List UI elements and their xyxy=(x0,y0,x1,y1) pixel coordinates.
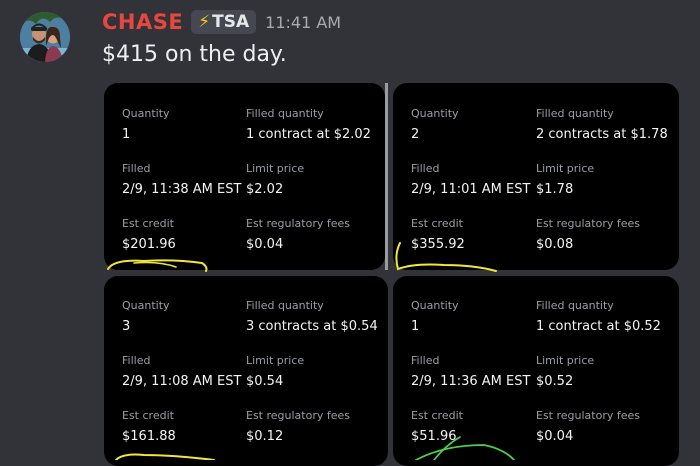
quantity-value: 1 xyxy=(411,319,420,334)
username[interactable]: CHASE xyxy=(102,10,183,34)
quantity-label: Quantity xyxy=(122,107,170,120)
user-avatar[interactable] xyxy=(20,12,70,62)
limit-price-label: Limit price xyxy=(536,354,595,367)
quantity-value: 2 xyxy=(411,127,420,142)
est-credit-value: $51.96 xyxy=(411,429,457,444)
quantity-value: 1 xyxy=(122,127,131,142)
quantity-label: Quantity xyxy=(411,299,459,312)
filled-value: 2/9, 11:36 AM EST xyxy=(411,374,531,389)
est-fees-value: $0.04 xyxy=(246,237,284,252)
filled-quantity-field: Filled quantity 1 contract at $0.52 xyxy=(536,299,661,334)
limit-price-field: Limit price $0.52 xyxy=(536,354,594,389)
limit-price-label: Limit price xyxy=(246,162,305,175)
filled-value: 2/9, 11:08 AM EST xyxy=(122,374,242,389)
filled-quantity-field: Filled quantity 3 contracts at $0.54 xyxy=(246,299,378,334)
est-fees-label: Est regulatory fees xyxy=(246,217,351,230)
image-attachment[interactable]: Quantity 1 Filled quantity 1 contract at… xyxy=(104,83,679,466)
est-fees-field: Est regulatory fees $0.12 xyxy=(246,409,350,444)
filled-quantity-label: Filled quantity xyxy=(536,299,614,312)
limit-price-label: Limit price xyxy=(536,162,595,175)
filled-quantity-label: Filled quantity xyxy=(246,107,324,120)
avatar-photo xyxy=(20,12,70,62)
filled-field: Filled 2/9, 11:38 AM EST xyxy=(122,162,241,197)
quantity-field: Quantity 2 xyxy=(411,107,459,142)
limit-price-label: Limit price xyxy=(246,354,305,367)
quantity-value: 3 xyxy=(122,319,131,334)
est-credit-field: Est credit $355.92 xyxy=(411,217,465,252)
limit-price-field: Limit price $1.78 xyxy=(536,162,594,197)
est-fees-field: Est regulatory fees $0.04 xyxy=(536,409,640,444)
filled-value: 2/9, 11:38 AM EST xyxy=(122,182,242,197)
est-credit-label: Est credit xyxy=(122,217,174,230)
est-fees-label: Est regulatory fees xyxy=(536,217,641,230)
filled-label: Filled xyxy=(411,162,440,175)
filled-quantity-value: 1 contract at $2.02 xyxy=(246,127,371,142)
server-tag-label: TSA xyxy=(212,12,250,32)
limit-price-field: Limit price $2.02 xyxy=(246,162,304,197)
chat-message: CHASE ⚡ TSA 11:41 AM $415 on the day. Qu… xyxy=(0,0,700,466)
limit-price-value: $0.52 xyxy=(536,374,574,389)
filled-value: 2/9, 11:01 AM EST xyxy=(411,182,531,197)
order-card-1: Quantity 1 Filled quantity 1 contract at… xyxy=(104,83,385,270)
filled-quantity-value: 2 contracts at $1.78 xyxy=(536,127,668,142)
filled-quantity-value: 1 contract at $0.52 xyxy=(536,319,661,334)
est-credit-label: Est credit xyxy=(411,217,463,230)
filled-quantity-field: Filled quantity 1 contract at $2.02 xyxy=(246,107,371,142)
est-credit-value: $355.92 xyxy=(411,237,465,252)
est-fees-field: Est regulatory fees $0.08 xyxy=(536,217,640,252)
est-fees-value: $0.12 xyxy=(246,429,284,444)
message-timestamp: 11:41 AM xyxy=(265,12,342,32)
est-credit-field: Est credit $51.96 xyxy=(411,409,463,444)
filled-label: Filled xyxy=(411,354,440,367)
filled-quantity-value: 3 contracts at $0.54 xyxy=(246,319,378,334)
filled-label: Filled xyxy=(122,162,151,175)
est-credit-value: $201.96 xyxy=(122,237,176,252)
limit-price-field: Limit price $0.54 xyxy=(246,354,304,389)
filled-field: Filled 2/9, 11:08 AM EST xyxy=(122,354,241,389)
quantity-field: Quantity 1 xyxy=(411,299,459,334)
est-fees-label: Est regulatory fees xyxy=(536,409,641,422)
quantity-label: Quantity xyxy=(122,299,170,312)
quantity-label: Quantity xyxy=(411,107,459,120)
est-credit-label: Est credit xyxy=(122,409,174,422)
est-fees-label: Est regulatory fees xyxy=(246,409,351,422)
order-card-3: Quantity 3 Filled quantity 3 contracts a… xyxy=(104,276,388,466)
quantity-field: Quantity 1 xyxy=(122,107,170,142)
lightning-bolt-icon: ⚡ xyxy=(198,12,211,32)
filled-quantity-label: Filled quantity xyxy=(246,299,324,312)
filled-quantity-label: Filled quantity xyxy=(536,107,614,120)
est-fees-value: $0.08 xyxy=(536,237,574,252)
filled-quantity-field: Filled quantity 2 contracts at $1.78 xyxy=(536,107,668,142)
quantity-field: Quantity 3 xyxy=(122,299,170,334)
limit-price-value: $2.02 xyxy=(246,182,284,197)
est-credit-field: Est credit $201.96 xyxy=(122,217,176,252)
filled-field: Filled 2/9, 11:36 AM EST xyxy=(411,354,530,389)
est-credit-value: $161.88 xyxy=(122,429,176,444)
order-card-2: Quantity 2 Filled quantity 2 contracts a… xyxy=(393,83,679,270)
filled-field: Filled 2/9, 11:01 AM EST xyxy=(411,162,530,197)
image-divider xyxy=(385,83,388,270)
est-credit-field: Est credit $161.88 xyxy=(122,409,176,444)
order-card-4: Quantity 1 Filled quantity 1 contract at… xyxy=(393,276,679,466)
message-text: $415 on the day. xyxy=(102,42,287,67)
limit-price-value: $1.78 xyxy=(536,182,574,197)
limit-price-value: $0.54 xyxy=(246,374,284,389)
message-header: CHASE ⚡ TSA 11:41 AM xyxy=(102,8,341,36)
est-credit-label: Est credit xyxy=(411,409,463,422)
filled-label: Filled xyxy=(122,354,151,367)
est-fees-field: Est regulatory fees $0.04 xyxy=(246,217,350,252)
est-fees-value: $0.04 xyxy=(536,429,574,444)
server-tag[interactable]: ⚡ TSA xyxy=(191,10,257,34)
